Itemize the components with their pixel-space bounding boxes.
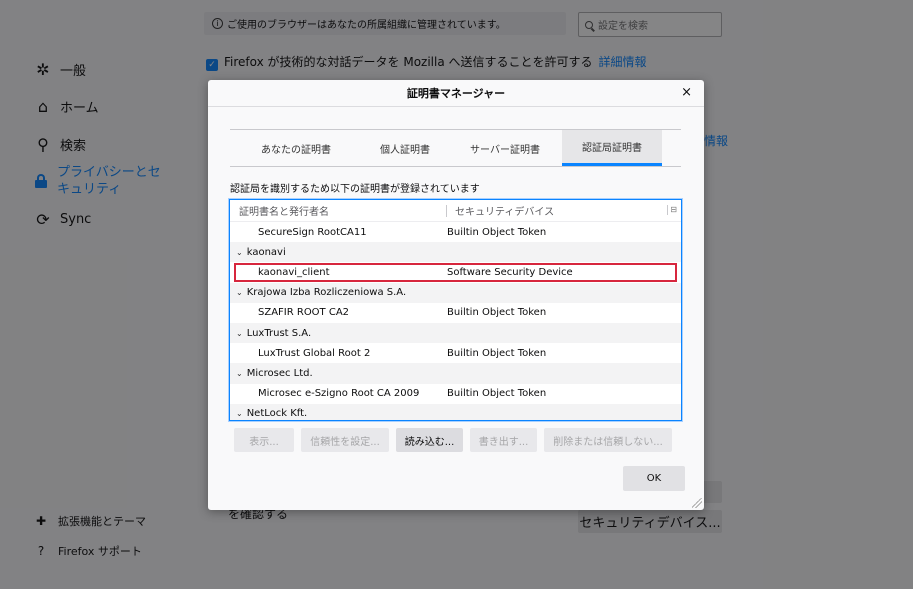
chevron-down-icon[interactable]: ⌄ [236, 248, 243, 257]
cert-name: LuxTrust Global Root 2 [258, 347, 371, 359]
cert-name: Microsec e-Szigno Root CA 2009 [258, 388, 420, 400]
column-picker-icon[interactable]: ⊟ [667, 205, 677, 215]
chevron-down-icon[interactable]: ⌄ [236, 288, 243, 297]
cert-device: Builtin Object Token [447, 226, 547, 238]
tab-authority-certificates[interactable]: 認証局証明書 [562, 130, 662, 166]
cert-device: Builtin Object Token [447, 307, 547, 319]
tree-header: 証明書名と発行者名 セキュリティデバイス ⊟ [230, 200, 681, 222]
tree-group-row[interactable]: ⌄ kaonavi [230, 242, 681, 263]
tree-group-row[interactable]: ⌄ Krajowa Izba Rozliczeniowa S.A. [230, 282, 681, 303]
group-name: LuxTrust S.A. [246, 327, 312, 339]
dialog-description: 認証局を識別するため以下の証明書が登録されています [230, 184, 480, 195]
tree-row[interactable]: LuxTrust Global Root 2 Builtin Object To… [230, 343, 681, 363]
import-button[interactable]: 読み込む... [396, 428, 463, 452]
chevron-down-icon[interactable]: ⌄ [236, 369, 243, 378]
certificate-manager-dialog: 証明書マネージャー × あなたの証明書 個人証明書 サーバー証明書 認証局証明書… [208, 80, 704, 510]
tab-server-certificates[interactable]: サーバー証明書 [448, 130, 562, 166]
group-name: Microsec Ltd. [246, 367, 313, 379]
certificate-tabs: あなたの証明書 個人証明書 サーバー証明書 認証局証明書 [230, 129, 681, 167]
dialog-title: 証明書マネージャー [406, 87, 506, 100]
cert-device: Software Security Device [447, 266, 573, 278]
cert-name: kaonavi_client [258, 266, 330, 278]
tab-label: 個人証明書 [380, 144, 430, 156]
ok-button[interactable]: OK [623, 466, 685, 491]
cert-device: Builtin Object Token [447, 388, 547, 400]
tree-group-row[interactable]: ⌄ Microsec Ltd. [230, 363, 681, 384]
tab-personal-certificates[interactable]: 個人証明書 [362, 130, 448, 166]
tab-your-certificates[interactable]: あなたの証明書 [230, 130, 362, 166]
chevron-down-icon[interactable]: ⌄ [236, 329, 243, 338]
tree-row-highlighted[interactable]: kaonavi_client Software Security Device [233, 262, 678, 282]
tab-label: あなたの証明書 [261, 144, 331, 156]
close-icon[interactable]: × [681, 86, 692, 100]
view-button[interactable]: 表示... [234, 428, 294, 452]
tab-label: 認証局証明書 [582, 143, 642, 154]
chevron-down-icon[interactable]: ⌄ [236, 409, 243, 418]
group-name: NetLock Kft. [246, 408, 308, 420]
column-header-device[interactable]: セキュリティデバイス [447, 203, 554, 218]
group-name: kaonavi [246, 246, 286, 258]
tree-row[interactable]: SZAFIR ROOT CA2 Builtin Object Token [230, 303, 681, 323]
certificate-tree[interactable]: 証明書名と発行者名 セキュリティデバイス ⊟ SecureSign RootCA… [229, 199, 682, 421]
tree-row[interactable]: SecureSign RootCA11 Builtin Object Token [230, 222, 681, 242]
cert-name: SecureSign RootCA11 [258, 226, 367, 238]
export-button[interactable]: 書き出す... [470, 428, 537, 452]
delete-or-distrust-button[interactable]: 削除または信頼しない... [544, 428, 672, 452]
tab-label: サーバー証明書 [470, 144, 540, 156]
cert-name: SZAFIR ROOT CA2 [258, 307, 350, 319]
resize-grip-icon[interactable] [692, 498, 702, 508]
edit-trust-button[interactable]: 信頼性を設定... [301, 428, 389, 452]
tree-group-row[interactable]: ⌄ NetLock Kft. [230, 403, 681, 420]
tree-row[interactable]: Microsec e-Szigno Root CA 2009 Builtin O… [230, 384, 681, 404]
column-header-name[interactable]: 証明書名と発行者名 [230, 204, 447, 218]
cert-device: Builtin Object Token [447, 347, 547, 359]
tree-group-row[interactable]: ⌄ LuxTrust S.A. [230, 322, 681, 344]
group-name: Krajowa Izba Rozliczeniowa S.A. [246, 287, 407, 299]
dialog-header: 証明書マネージャー × [208, 80, 704, 107]
